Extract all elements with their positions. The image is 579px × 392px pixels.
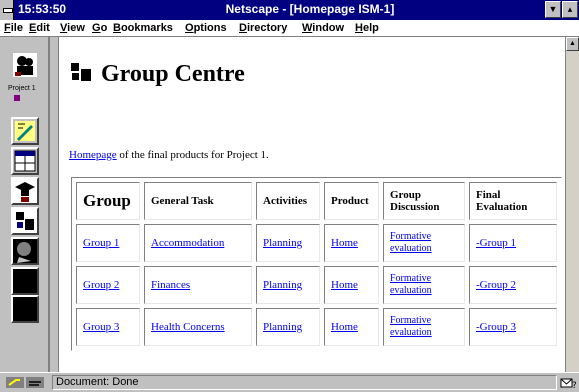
status-bar: Document: Done ?: [0, 372, 579, 392]
scroll-up-arrow-icon[interactable]: ▲: [566, 37, 579, 51]
group-link[interactable]: Group 2: [83, 279, 119, 291]
writing-icon[interactable]: [11, 117, 39, 145]
bullet-icon: [14, 95, 20, 101]
planning-link[interactable]: Planning: [263, 321, 302, 333]
status-text: Document: Done: [52, 375, 557, 390]
formative-evaluation-link[interactable]: Formative evaluation: [390, 231, 432, 254]
window-icon[interactable]: [11, 147, 39, 175]
minimize-button[interactable]: ▼: [545, 1, 561, 18]
formative-evaluation-link[interactable]: Formative evaluation: [390, 273, 432, 296]
screen-icon[interactable]: [11, 267, 39, 295]
face-icon[interactable]: [11, 237, 39, 265]
table-row: Group 1 Accommodation Planning Home Form…: [76, 224, 557, 262]
menu-go[interactable]: Go: [92, 22, 107, 34]
sidebar: Project 1: [0, 37, 50, 372]
sidebar-project-label: Project 1: [8, 85, 36, 92]
window-title: Netscape - [Homepage ISM-1]: [225, 2, 395, 16]
task-link[interactable]: Health Concerns: [151, 321, 225, 333]
planning-link[interactable]: Planning: [263, 237, 302, 249]
menu-help[interactable]: Help: [355, 22, 379, 34]
security-key-icon: [6, 376, 48, 389]
menu-window[interactable]: Window: [302, 22, 344, 34]
menu-options[interactable]: Options: [185, 22, 227, 34]
final-evaluation-link[interactable]: -Group 1: [476, 237, 516, 249]
task-link[interactable]: Finances: [151, 279, 190, 291]
title-bar: 15:53:50 Netscape - [Homepage ISM-1] ▼ ▴: [0, 0, 579, 20]
vertical-scrollbar[interactable]: ▲: [565, 37, 579, 372]
graduate-icon[interactable]: [11, 177, 39, 205]
menu-directory[interactable]: Directory: [239, 22, 287, 34]
screen-icon-2[interactable]: [11, 295, 39, 323]
home-link[interactable]: Home: [331, 321, 358, 333]
menu-bar: File Edit View Go Bookmarks Options Dire…: [0, 20, 579, 37]
page-content: Group Centre Homepage of the final produ…: [58, 37, 565, 372]
intro-text: of the final products for Project 1.: [116, 149, 269, 161]
final-evaluation-link[interactable]: -Group 3: [476, 321, 516, 333]
menu-file[interactable]: File: [4, 22, 23, 34]
group-centre-icon[interactable]: [11, 207, 39, 235]
menu-bookmarks[interactable]: Bookmarks: [113, 22, 173, 34]
maximize-button[interactable]: ▴: [562, 1, 578, 18]
table-row: Group 2 Finances Planning Home Formative…: [76, 266, 557, 304]
formative-evaluation-link[interactable]: Formative evaluation: [390, 315, 432, 338]
header-group-discussion: Group Discussion: [383, 182, 465, 220]
home-link[interactable]: Home: [331, 237, 358, 249]
home-link[interactable]: Home: [331, 279, 358, 291]
group-link[interactable]: Group 1: [83, 237, 119, 249]
group-link[interactable]: Group 3: [83, 321, 119, 333]
header-group: Group: [76, 182, 140, 220]
table-row: Group 3 Health Concerns Planning Home Fo…: [76, 308, 557, 346]
menu-edit[interactable]: Edit: [29, 22, 50, 34]
mail-icon[interactable]: ?: [560, 376, 577, 391]
student-icon[interactable]: [11, 51, 39, 79]
header-activities: Activities: [256, 182, 320, 220]
group-table: Group General Task Activities Product Gr…: [71, 177, 562, 351]
header-general-task: General Task: [144, 182, 252, 220]
header-product: Product: [324, 182, 379, 220]
page-title: Group Centre: [101, 61, 245, 87]
intro-paragraph: Homepage of the final products for Proje…: [69, 149, 269, 161]
planning-link[interactable]: Planning: [263, 279, 302, 291]
task-link[interactable]: Accommodation: [151, 237, 224, 249]
table-header-row: Group General Task Activities Product Gr…: [76, 182, 557, 220]
system-menu-button[interactable]: [0, 0, 14, 20]
svg-text:?: ?: [572, 381, 576, 389]
page-heading: Group Centre: [69, 61, 245, 88]
menu-view[interactable]: View: [60, 22, 85, 34]
group-centre-heading-icon: [69, 61, 93, 83]
clock: 15:53:50: [18, 2, 67, 16]
final-evaluation-link[interactable]: -Group 2: [476, 279, 516, 291]
header-final-evaluation: Final Evaluation: [469, 182, 557, 220]
homepage-link[interactable]: Homepage: [69, 149, 117, 161]
